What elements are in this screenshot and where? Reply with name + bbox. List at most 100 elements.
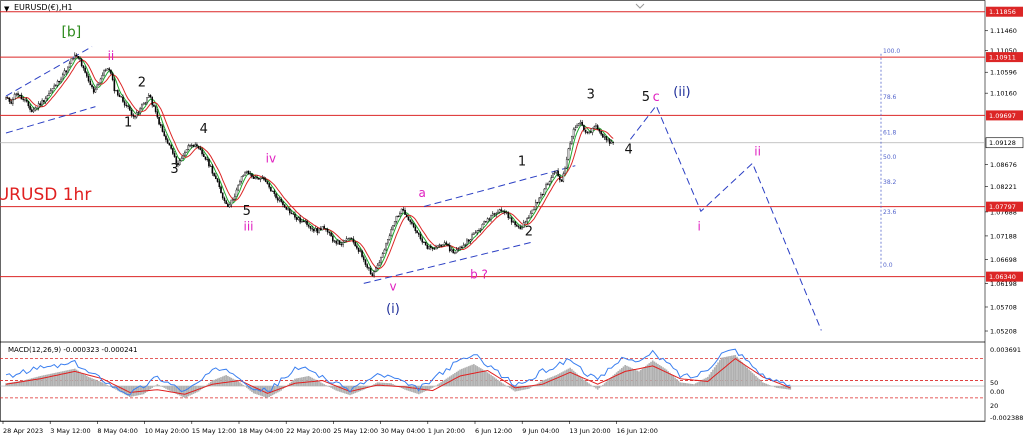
macd-histogram-bar [560,372,563,387]
macd-histogram-bar [760,380,762,387]
macd-histogram-bar [457,370,460,387]
candle-body [423,241,425,243]
macd-histogram-bar [641,368,644,387]
candle-body [282,201,284,205]
candle-body [602,134,604,138]
candle-body [495,213,498,215]
candle-body [598,128,601,132]
macd-histogram-bar [770,385,773,387]
macd-histogram-bar [325,385,327,387]
macd-histogram-bar [223,375,226,387]
candle-body [354,242,356,247]
candle-body [166,139,169,144]
macd-histogram-bar [240,383,243,387]
candle-body [194,144,197,147]
candle-body [34,107,37,111]
candle-body [571,136,573,144]
wave-label-3: 1 [124,115,132,130]
macd-histogram-bar [615,372,618,387]
macd-histogram-bar [297,378,300,387]
macd-histogram-bar [624,365,626,387]
candle-body [98,82,100,86]
candle-body [184,152,186,157]
candle-body [149,95,152,98]
candle-body [454,252,456,254]
candle-body [557,170,559,177]
macd-histogram-bar [36,376,38,387]
macd-histogram-bar [705,377,707,387]
candle-body [393,221,396,226]
candle-body [135,112,138,118]
candle-body [550,177,553,182]
chart-menu-icon[interactable]: ▼ [4,5,9,13]
candle [103,69,105,77]
candle-body [141,104,143,109]
fib-level-0: 100.0 [883,48,900,55]
macd-histogram-bar [91,378,93,387]
candle [543,188,546,196]
wave-label-20: i [697,220,700,234]
chart-container: 100.0 78.6 61.8 50.0 38.2 23.6 0.0 [b] ii 2 1 4 3 iv… [0,0,1024,441]
candle-body [61,74,64,80]
candle-body [536,202,539,204]
candle-body [25,99,28,102]
macd-histogram-bar [161,386,164,387]
macd-histogram-bar [645,365,647,387]
macd-histogram-bar [469,365,472,387]
candle-body [325,228,327,230]
macd-histogram-bar [264,386,267,398]
candle-body [275,193,277,198]
candle [531,209,534,214]
macd-histogram-bar [658,365,661,387]
candle-body [507,212,510,218]
candle-body [407,216,410,221]
macd-histogram-bar [751,372,754,387]
fib-level-2: 61.8 [883,129,897,136]
candle-body [357,247,360,252]
candle-body [211,165,214,174]
macd-histogram-bar [79,371,81,387]
candle-body [36,107,38,109]
candle-body [431,247,434,249]
macd-histogram-bar [461,368,463,387]
macd-histogram-bar [495,378,497,387]
candle-body [79,58,81,60]
macd-histogram-bar [244,386,246,387]
macd-histogram-bar [433,386,436,387]
macd-histogram-bar [588,383,590,387]
candle-body [540,194,542,199]
candle-body [548,181,551,185]
candle-body [383,249,386,254]
candle-body [452,249,455,254]
candle-body [65,70,67,73]
macd-histogram-bar [411,386,413,392]
macd-histogram-bar [160,386,162,387]
candle-body [251,173,253,177]
candle-body [473,232,475,235]
macd-histogram-bar [753,374,755,387]
macd-histogram-bar [608,378,611,387]
macd-histogram-bar [147,386,150,391]
candle-body [173,153,176,157]
candle-body [192,144,195,147]
candle-body [213,173,215,177]
wave-label-11: v [389,280,396,294]
macd-histogram-bar [294,378,296,387]
macd-histogram-bar [473,364,475,387]
candle [321,226,324,231]
macd-histogram-bar [215,379,217,387]
candle-body [151,96,154,106]
candle-body [505,212,508,214]
macd-histogram-bar [31,378,33,387]
candle-body [44,98,47,103]
candle-body [156,111,159,118]
macd-histogram-bar [184,386,186,398]
macd-histogram-bar [725,356,728,387]
candle-body [63,70,66,76]
macd-histogram-bar [639,370,642,387]
macd-histogram-bar [216,378,219,387]
candle-body [144,102,147,104]
macd-histogram-bar [772,386,774,387]
candle-body [464,243,467,246]
candle-body [471,234,473,240]
